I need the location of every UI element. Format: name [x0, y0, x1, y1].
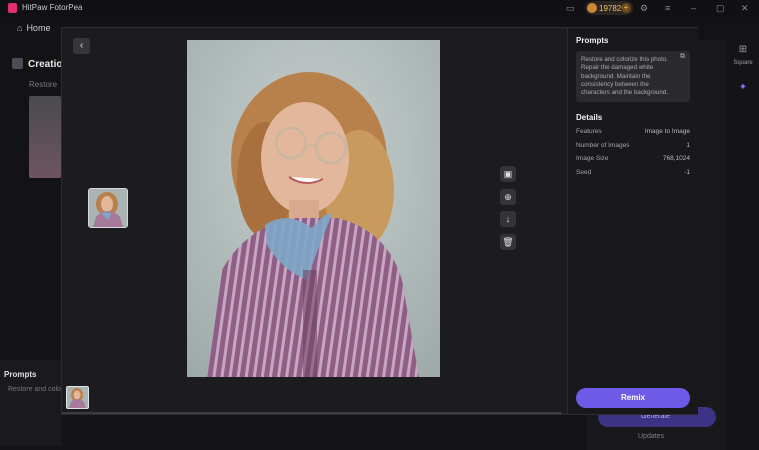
credits-badge[interactable]: 19782 + — [585, 1, 633, 15]
download-icon: ↓ — [505, 214, 511, 224]
remix-button[interactable]: Remix — [576, 388, 690, 408]
creation-icon — [12, 58, 23, 69]
thumbnail-image — [89, 189, 127, 227]
detail-label: Number of Images — [576, 142, 630, 149]
back-button[interactable]: ‹ — [73, 38, 90, 54]
maximize-icon[interactable]: ▢ — [716, 3, 725, 13]
zoom-button[interactable]: ⊕ — [500, 189, 516, 205]
updates-link[interactable]: Updates — [638, 433, 664, 440]
menu-icon[interactable]: ≡ — [665, 3, 670, 13]
detail-label: Image Size — [576, 155, 609, 162]
home-nav[interactable]: ⌂ Home — [17, 23, 50, 33]
app-title: HitPaw FotorPea — [22, 3, 83, 12]
result-image — [187, 40, 440, 377]
title-bar: HitPaw FotorPea ▭ 19782 + ⚙ ≡ – ▢ ✕ — [0, 0, 759, 17]
detail-value: 768,1024 — [662, 155, 690, 162]
detail-label: Seed — [576, 169, 592, 176]
selected-thumbnail[interactable] — [88, 188, 128, 228]
settings-icon[interactable]: ⚙ — [640, 3, 648, 13]
image-compare-icon: ▣ — [503, 169, 513, 179]
home-label: Home — [26, 23, 51, 33]
detail-value: -1 — [684, 169, 690, 176]
restore-label: Restore — [29, 80, 58, 89]
back-icon: ‹ — [79, 40, 84, 51]
strip-thumbnail-image — [67, 387, 88, 408]
square-icon[interactable]: ⊞ — [730, 44, 756, 55]
detail-row-image-size: Image Size 768,1024 — [576, 155, 690, 164]
detail-row-seed: Seed -1 — [576, 169, 690, 178]
bg-prompts-title: Prompts — [4, 370, 37, 379]
download-button[interactable]: ↓ — [500, 211, 516, 227]
coin-icon — [587, 3, 597, 13]
rail-square-label[interactable]: Square — [730, 60, 756, 66]
close-icon[interactable]: ✕ — [741, 3, 749, 13]
details-title: Details — [576, 113, 603, 122]
copy-icon[interactable]: ⧉ — [680, 53, 685, 61]
detail-label: Features — [576, 128, 602, 135]
compare-button[interactable]: ▣ — [500, 166, 516, 182]
detail-value: 1 — [686, 142, 690, 149]
detail-row-number-of-images: Number of Images 1 — [576, 142, 690, 151]
portrait-illustration — [187, 40, 440, 377]
history-thumbnail[interactable] — [29, 96, 61, 178]
creation-rail-icon[interactable]: ✦ — [730, 82, 756, 93]
prompt-text: Restore and colorize this photo. Repair … — [576, 51, 690, 102]
zoom-in-icon: ⊕ — [504, 192, 512, 202]
home-icon: ⌂ — [17, 23, 23, 33]
credits-count: 19782 — [599, 4, 622, 13]
detail-row-features: Features Image to Image — [576, 128, 690, 137]
delete-button[interactable]: 🗑 — [500, 234, 516, 250]
detail-value: Image to Image — [644, 128, 690, 135]
app-logo-icon — [8, 3, 17, 13]
message-icon[interactable]: ▭ — [566, 3, 575, 13]
minimize-icon[interactable]: – — [691, 3, 696, 13]
delete-icon: 🗑 — [502, 237, 514, 247]
add-credits-icon[interactable]: + — [621, 3, 631, 13]
thumbnail-scrollbar[interactable] — [62, 412, 562, 414]
right-rail: ⊞ Square ✦ — [727, 32, 759, 450]
prompts-title: Prompts — [576, 36, 609, 45]
strip-thumbnail[interactable] — [66, 386, 89, 409]
bg-prompt-preview: Restore and colo — [8, 386, 61, 393]
